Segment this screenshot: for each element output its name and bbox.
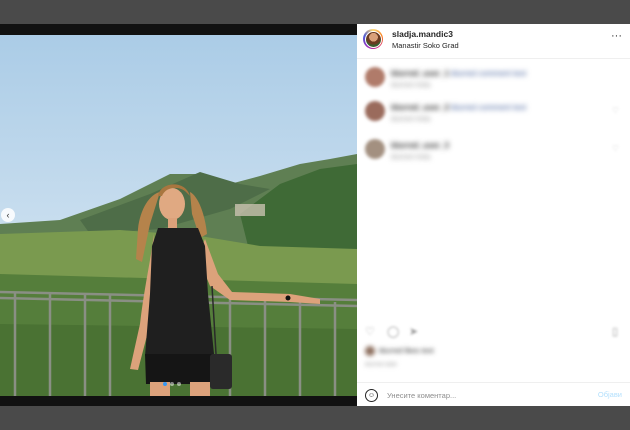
carousel-prev-button[interactable]: ‹ xyxy=(1,208,15,222)
comment-body: blurred_user_1 blurred comment text xyxy=(391,69,526,78)
chevron-left-icon: ‹ xyxy=(6,210,10,220)
carousel-dot xyxy=(170,382,174,386)
post-modal: ‹ sladja.mandic3 Manastir Soko Grad ··· … xyxy=(0,24,630,406)
username-link[interactable]: sladja.mandic3 xyxy=(392,29,453,39)
post-comment-button[interactable]: Објави xyxy=(598,390,622,399)
comment-text: blurred comment text xyxy=(451,103,527,112)
emoji-icon[interactable]: ☺ xyxy=(365,389,378,402)
carousel-indicator xyxy=(163,382,181,386)
more-horizontal-icon[interactable]: ··· xyxy=(611,30,622,42)
add-comment-bar: ☺ Објави xyxy=(357,382,630,407)
comment-avatar[interactable] xyxy=(365,139,385,159)
post-media[interactable]: ‹ xyxy=(0,24,357,406)
comment-meta: blurred meta xyxy=(391,154,431,161)
comment-avatar[interactable] xyxy=(365,101,385,121)
heart-icon[interactable]: ♡ xyxy=(365,325,377,338)
like-comment-heart-icon[interactable]: ♡ xyxy=(612,106,619,115)
like-comment-heart-icon[interactable]: ♡ xyxy=(612,144,619,153)
comment-username[interactable]: blurred_user_2 xyxy=(391,103,449,112)
comment-username[interactable]: blurred_user_3 xyxy=(391,141,449,150)
location-link[interactable]: Manastir Soko Grad xyxy=(392,41,459,50)
comment-avatar[interactable] xyxy=(365,67,385,87)
comment-input[interactable] xyxy=(387,388,587,402)
liker-avatar xyxy=(365,346,375,357)
comment-meta: blurred meta xyxy=(391,116,431,123)
post-actions: ♡ ◯ ➤ ▯ xyxy=(357,322,630,342)
comment-icon[interactable]: ◯ xyxy=(387,325,399,338)
bookmark-icon[interactable]: ▯ xyxy=(612,325,624,338)
likes-summary[interactable]: blurred likes text xyxy=(365,346,434,357)
likes-text: blurred likes text xyxy=(379,346,434,355)
comment-body: blurred_user_2 blurred comment text xyxy=(391,103,526,112)
avatar-inner xyxy=(364,30,382,48)
post-header: sladja.mandic3 Manastir Soko Grad ··· xyxy=(357,24,630,59)
avatar[interactable] xyxy=(363,29,383,49)
media-letterbox-top xyxy=(0,24,357,35)
comment-meta: blurred meta xyxy=(391,82,431,89)
comment-body: blurred_user_3 xyxy=(391,141,449,150)
carousel-dot xyxy=(163,382,167,386)
post-photo xyxy=(0,24,357,406)
comment-username[interactable]: blurred_user_1 xyxy=(391,69,449,78)
share-icon[interactable]: ➤ xyxy=(409,325,421,338)
modal-backdrop-top[interactable] xyxy=(0,0,630,24)
media-letterbox-bottom xyxy=(0,396,357,406)
post-timestamp: blurred date xyxy=(365,362,398,368)
carousel-dot xyxy=(177,382,181,386)
comment-text: blurred comment text xyxy=(451,69,527,78)
post-sidebar: sladja.mandic3 Manastir Soko Grad ··· bl… xyxy=(357,24,630,406)
modal-backdrop-bottom[interactable] xyxy=(0,406,630,430)
avatar-image xyxy=(365,31,381,47)
